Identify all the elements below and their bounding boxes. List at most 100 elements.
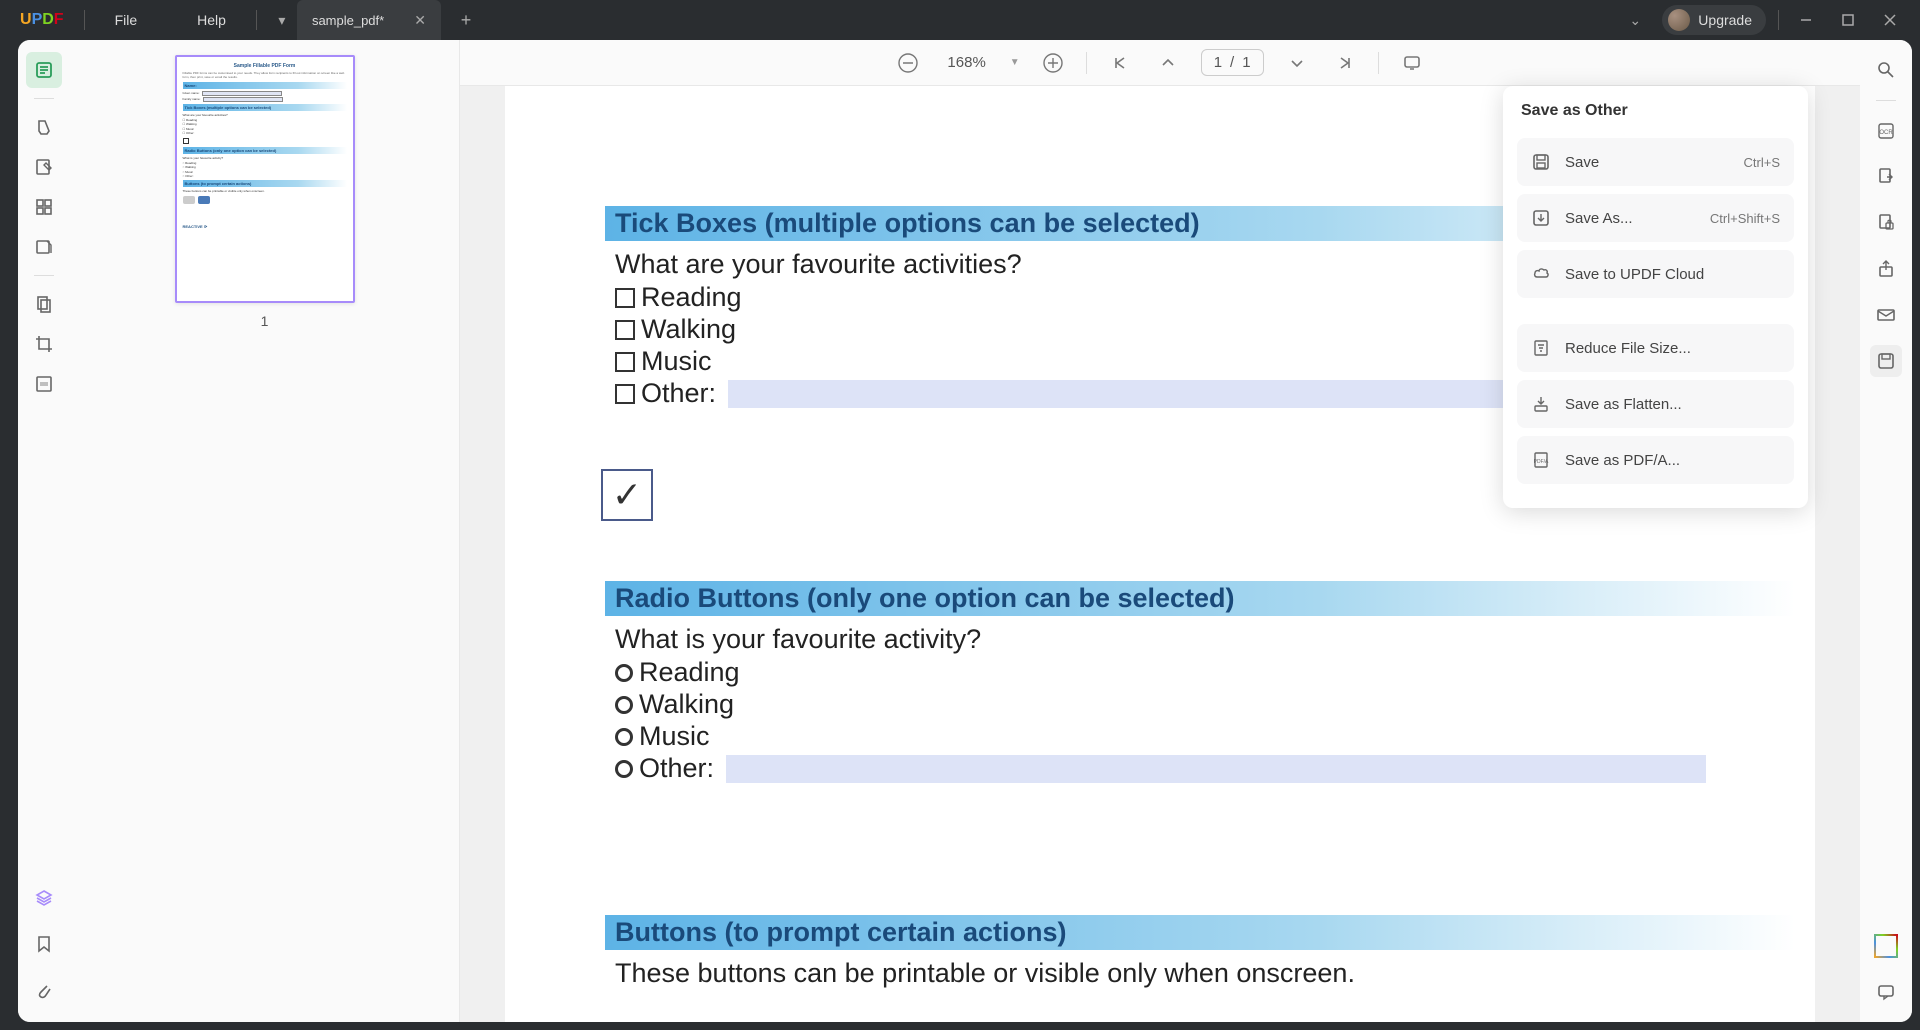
separator	[1378, 52, 1379, 74]
document-tab[interactable]: sample_pdf* ✕	[297, 0, 441, 40]
next-page-icon[interactable]	[1282, 48, 1312, 78]
save-flatten-button[interactable]: Save as Flatten...	[1517, 380, 1794, 428]
upgrade-label: Upgrade	[1698, 12, 1752, 28]
titlebar-right: ⌄ Upgrade	[1620, 5, 1920, 35]
search-icon[interactable]	[1870, 54, 1902, 86]
compress-icon	[1531, 338, 1551, 358]
option-label: Reading	[641, 282, 742, 313]
presentation-icon[interactable]	[1397, 48, 1427, 78]
thumbnail-page-number: 1	[261, 313, 269, 329]
save-label: Save	[1565, 154, 1599, 171]
radio-icon[interactable]	[615, 728, 633, 746]
divider	[34, 275, 54, 276]
tab-label: sample_pdf*	[312, 13, 384, 28]
thumbnail-panel: Sample Fillable PDF Form Fillable PDF fo…	[70, 40, 460, 1022]
redact-tool-icon[interactable]	[26, 366, 62, 402]
chevron-down-icon[interactable]: ⌄	[1620, 5, 1650, 35]
maximize-icon[interactable]	[1833, 5, 1863, 35]
zoom-out-icon[interactable]	[893, 48, 923, 78]
section-header: Radio Buttons (only one option can be se…	[605, 581, 1795, 616]
radio-icon[interactable]	[615, 664, 633, 682]
checkbox-icon[interactable]	[615, 352, 635, 372]
close-window-icon[interactable]	[1875, 5, 1905, 35]
checkbox-icon[interactable]	[615, 320, 635, 340]
ai-assistant-icon[interactable]	[1870, 930, 1902, 962]
svg-text:OCR: OCR	[1879, 130, 1893, 136]
zoom-in-icon[interactable]	[1038, 48, 1068, 78]
section-header: Buttons (to prompt certain actions)	[605, 915, 1795, 950]
question-text: What is your favourite activity?	[615, 624, 1795, 655]
attachment-icon[interactable]	[26, 972, 62, 1008]
radio-icon[interactable]	[615, 696, 633, 714]
reduce-size-button[interactable]: Reduce File Size...	[1517, 324, 1794, 372]
viewer-toolbar: 168% ▼ 1 / 1	[460, 40, 1860, 86]
page-thumbnail[interactable]: Sample Fillable PDF Form Fillable PDF fo…	[175, 55, 355, 303]
minimize-icon[interactable]	[1791, 5, 1821, 35]
ocr-icon[interactable]: OCR	[1870, 115, 1902, 147]
email-icon[interactable]	[1870, 299, 1902, 331]
close-icon[interactable]: ✕	[414, 12, 426, 29]
pages-tool-icon[interactable]	[26, 189, 62, 225]
flatten-label: Save as Flatten...	[1565, 396, 1682, 413]
organize-tool-icon[interactable]	[26, 286, 62, 322]
separator	[1086, 52, 1087, 74]
menu-help[interactable]: Help	[167, 12, 256, 28]
add-tab-icon[interactable]: +	[451, 5, 481, 35]
page-total: 1	[1242, 54, 1250, 71]
save-as-other-panel: Save as Other Save Ctrl+S Save As... Ctr…	[1503, 86, 1808, 508]
viewer-area: 168% ▼ 1 / 1 Tick Boxes (multiple option…	[460, 40, 1860, 1022]
other-text-field[interactable]	[726, 755, 1706, 783]
comment-icon[interactable]	[1870, 976, 1902, 1008]
option-label: Music	[641, 346, 712, 377]
cloud-label: Save to UPDF Cloud	[1565, 266, 1704, 283]
radio-option: Other:	[615, 753, 1795, 784]
save-as-icon	[1531, 208, 1551, 228]
divider	[1876, 100, 1896, 101]
option-label: Walking	[641, 314, 736, 345]
save-as-label: Save As...	[1565, 210, 1633, 227]
menu-file[interactable]: File	[85, 12, 168, 28]
save-as-button[interactable]: Save As... Ctrl+Shift+S	[1517, 194, 1794, 242]
prev-page-icon[interactable]	[1153, 48, 1183, 78]
upgrade-button[interactable]: Upgrade	[1662, 5, 1766, 35]
radio-option: Walking	[615, 689, 1795, 720]
reader-tool-icon[interactable]	[26, 52, 62, 88]
save-other-icon[interactable]	[1870, 345, 1902, 377]
protect-icon[interactable]	[1870, 207, 1902, 239]
tab-dropdown-icon[interactable]: ▾	[267, 5, 297, 35]
zoom-label: 168%	[941, 54, 991, 71]
page-indicator[interactable]: 1 / 1	[1201, 49, 1264, 76]
avatar-icon	[1668, 9, 1690, 31]
option-label: Other:	[641, 378, 716, 409]
crop-tool-icon[interactable]	[26, 326, 62, 362]
option-label: Other:	[639, 753, 714, 784]
save-cloud-button[interactable]: Save to UPDF Cloud	[1517, 250, 1794, 298]
zoom-dropdown-icon[interactable]: ▼	[1010, 57, 1020, 68]
divider	[34, 98, 54, 99]
save-pdfa-button[interactable]: PDF/A Save as PDF/A...	[1517, 436, 1794, 484]
last-page-icon[interactable]	[1330, 48, 1360, 78]
bookmark-icon[interactable]	[26, 926, 62, 962]
radio-icon[interactable]	[615, 760, 633, 778]
form-tool-icon[interactable]	[26, 229, 62, 265]
share-icon[interactable]	[1870, 253, 1902, 285]
standalone-checkbox[interactable]: ✓	[601, 469, 653, 521]
tab-area: ▾ sample_pdf* ✕ +	[267, 0, 481, 40]
save-button[interactable]: Save Ctrl+S	[1517, 138, 1794, 186]
panel-title: Save as Other	[1517, 102, 1794, 120]
cloud-icon	[1531, 264, 1551, 284]
highlight-tool-icon[interactable]	[26, 109, 62, 145]
pdfa-icon: PDF/A	[1531, 450, 1551, 470]
export-icon[interactable]	[1870, 161, 1902, 193]
option-label: Music	[639, 721, 710, 752]
first-page-icon[interactable]	[1105, 48, 1135, 78]
layers-icon[interactable]	[26, 880, 62, 916]
checkbox-icon[interactable]	[615, 384, 635, 404]
right-sidebar: OCR	[1860, 40, 1912, 1022]
edit-tool-icon[interactable]	[26, 149, 62, 185]
radio-option: Reading	[615, 657, 1795, 688]
svg-text:PDF/A: PDF/A	[1534, 459, 1549, 465]
checkbox-icon[interactable]	[615, 288, 635, 308]
titlebar: UPDF File Help ▾ sample_pdf* ✕ + ⌄ Upgra…	[0, 0, 1920, 40]
shortcut-label: Ctrl+S	[1744, 155, 1780, 170]
